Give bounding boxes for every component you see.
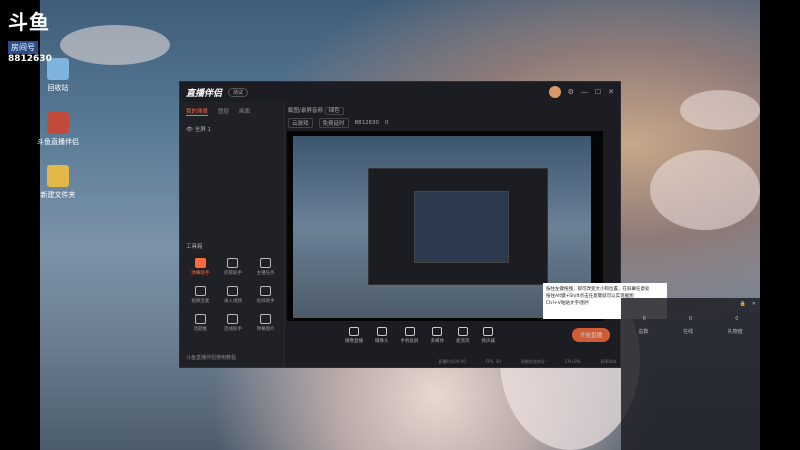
- source-webcam[interactable]: 摄像头: [375, 326, 389, 344]
- tool-connect[interactable]: 连线助手: [217, 314, 250, 332]
- version-pill[interactable]: 测试: [228, 87, 249, 97]
- stream-info: 截图/录屏音频 绿色 云游戏 免费延时 8812630 0: [288, 106, 614, 128]
- mic-icon: [457, 326, 468, 336]
- minimize-icon[interactable]: —: [581, 88, 588, 96]
- tab-canvas[interactable]: 画面: [239, 107, 250, 116]
- status-network: 网络状态良好: [520, 359, 545, 364]
- viewer-count: 0: [385, 120, 389, 126]
- source-camera-stream[interactable]: 摄像直播: [345, 326, 363, 344]
- video-icon: [194, 286, 206, 296]
- tool-room-admin[interactable]: 房管助手: [217, 258, 250, 276]
- source-speaker[interactable]: 扬声器: [482, 326, 495, 344]
- tool-topic[interactable]: 话题推: [184, 314, 217, 332]
- stat-gift-value: 0: [735, 316, 739, 322]
- tab-layers[interactable]: 图层: [218, 107, 229, 116]
- connect-icon: [227, 314, 239, 324]
- status-duration: 直播时长00:00: [438, 359, 466, 364]
- phone-icon: [404, 326, 415, 336]
- room-number: 8812630: [8, 54, 52, 64]
- category-chip[interactable]: 绿色: [324, 107, 344, 115]
- stat-online-value: 0: [688, 316, 693, 322]
- app-window: 直播伴侣 测试 ⚙ — ☐ ✕ 我的场景 图层 画面 👁 全屏 1 工具箱 弹幕…: [179, 81, 621, 368]
- admin-icon: [227, 258, 239, 268]
- tool-tasks[interactable]: 主播任务: [249, 258, 282, 276]
- task-icon: [260, 258, 272, 268]
- app-icon: [47, 112, 69, 134]
- tools-title: 工具箱: [186, 244, 203, 250]
- topic-icon: [194, 314, 206, 324]
- app-brand: 直播伴侣: [186, 88, 223, 99]
- tool-video-link[interactable]: 视频连麦: [184, 286, 217, 304]
- nested-window-inner: [414, 191, 509, 263]
- room-label: 房间号: [8, 41, 38, 54]
- image-icon: [260, 314, 272, 324]
- nested-window: [368, 168, 548, 285]
- status-cpu: CPU 8%: [564, 359, 581, 364]
- status-bar: 直播时长00:00 FPS: 30 网络状态良好 CPU 8% 码率0kb: [287, 359, 616, 365]
- start-stream-button[interactable]: 开始直播: [571, 328, 610, 342]
- source-mic[interactable]: 麦克风: [456, 326, 470, 344]
- danmu-icon: [194, 258, 206, 268]
- speaker-icon: [483, 326, 494, 336]
- source-toolbar: 摄像直播 摄像头 手机投屏 多媒体 麦克风 扬声器 开始直播: [287, 322, 620, 348]
- status-fps: FPS: 30: [485, 359, 501, 364]
- tool-cast[interactable]: 投屏助手: [249, 286, 282, 304]
- maximize-icon[interactable]: ☐: [595, 88, 601, 96]
- stats-panel: 🔒 ✕ 0 0 0 总数 在线 礼物值: [621, 298, 760, 450]
- source-phone-cast[interactable]: 手机投屏: [401, 326, 419, 344]
- media-icon: [432, 326, 443, 336]
- stat-gift-label: 礼物值: [727, 329, 743, 335]
- desktop-icon-app[interactable]: 斗鱼直播伴侣: [28, 112, 88, 147]
- tab-scenes[interactable]: 我的场景: [186, 107, 209, 116]
- screen-icon: [349, 326, 359, 336]
- webcam-icon: [376, 326, 387, 336]
- sub-tag-1[interactable]: 云游戏: [288, 118, 313, 128]
- desktop-icon-folder[interactable]: 新建文件夹: [28, 165, 88, 200]
- settings-icon[interactable]: ⚙: [568, 88, 574, 96]
- logo-text: 斗鱼: [8, 10, 50, 34]
- tool-record[interactable]: 录入视频: [217, 286, 250, 304]
- tool-danmu[interactable]: 弹幕助手: [184, 258, 217, 276]
- panel-close-icon[interactable]: ✕: [752, 301, 756, 307]
- tools-grid: 弹幕助手 房管助手 主播任务 视频连麦 录入视频 投屏助手 话题推 连线助手 弹…: [184, 258, 282, 332]
- stat-online-label: 在线: [682, 329, 693, 335]
- stat-total-label: 总数: [638, 329, 649, 335]
- stat-total-value: 0: [642, 316, 646, 322]
- right-letterbox: [760, 0, 800, 450]
- lock-icon[interactable]: 🔒: [740, 301, 746, 307]
- source-media[interactable]: 多媒体: [431, 326, 444, 344]
- eye-icon[interactable]: 👁: [186, 127, 195, 133]
- screen: 回收站 斗鱼直播伴侣 新建文件夹 斗鱼 房间号 8812630 直播伴侣 测试 …: [0, 0, 800, 450]
- cast-icon: [260, 286, 272, 296]
- sidebar: 我的场景 图层 画面 👁 全屏 1 工具箱 弹幕助手 房管助手 主播任务 视频连…: [180, 102, 285, 367]
- tool-danmu-image[interactable]: 弹幕图片: [249, 314, 282, 332]
- scene-item[interactable]: 👁 全屏 1: [180, 121, 284, 137]
- stream-title[interactable]: 截图/录屏音频: [288, 108, 323, 114]
- download-icon: [227, 286, 239, 296]
- status-bitrate: 码率0kb: [600, 359, 616, 364]
- room-id: 8812630: [354, 120, 380, 126]
- close-icon[interactable]: ✕: [608, 88, 614, 96]
- sub-tag-2[interactable]: 免费延时: [318, 118, 349, 128]
- avatar[interactable]: [548, 86, 561, 98]
- title-bar: 直播伴侣 测试 ⚙ — ☐ ✕: [180, 82, 620, 102]
- stream-logo-overlay: 斗鱼 房间号 8812630: [8, 6, 52, 64]
- tutorial-link[interactable]: 斗鱼直播伴侣使用教程: [186, 354, 236, 361]
- folder-icon: [47, 165, 69, 187]
